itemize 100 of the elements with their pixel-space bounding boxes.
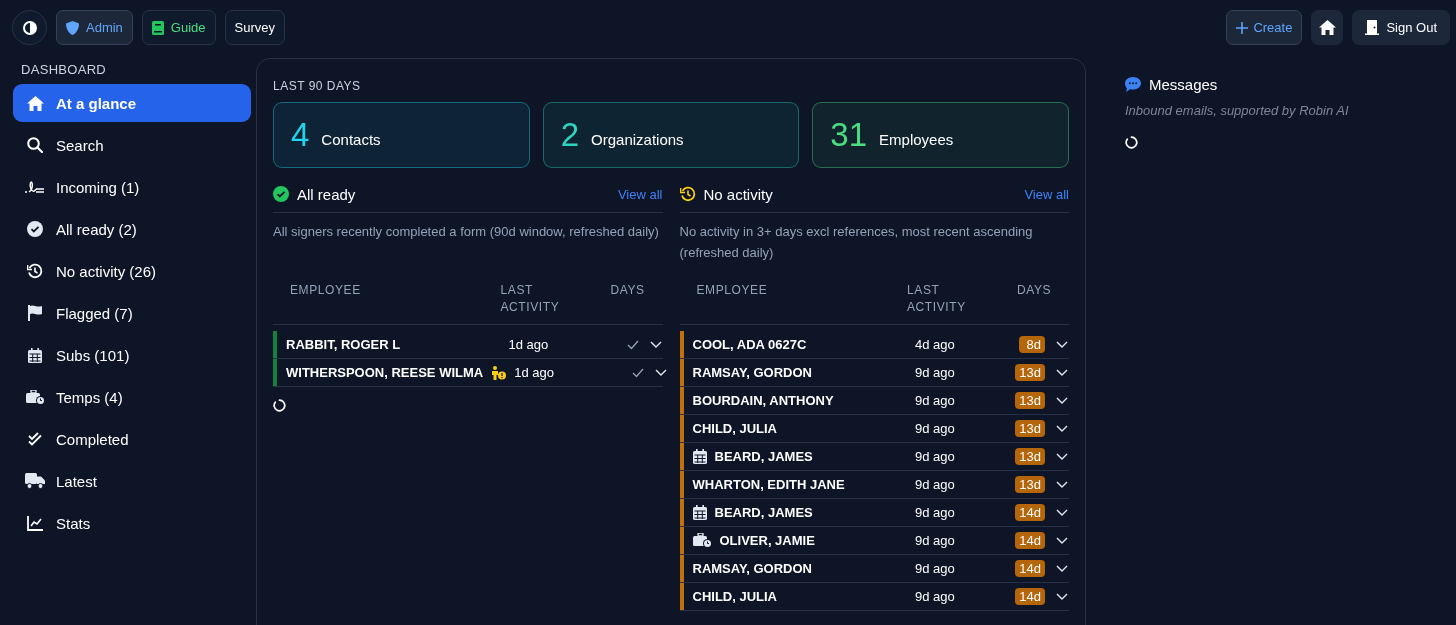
check-circle-icon bbox=[273, 186, 289, 202]
chevron-down-icon[interactable] bbox=[1056, 508, 1068, 517]
stat-value: 4 bbox=[291, 116, 310, 154]
stat-card[interactable]: 4 Contacts bbox=[273, 102, 530, 168]
days-badge: 13d bbox=[1015, 448, 1045, 465]
employee-name[interactable]: RABBIT, ROGER L bbox=[273, 331, 501, 358]
stat-label: Organizations bbox=[591, 130, 684, 148]
chevron-down-icon[interactable] bbox=[649, 340, 662, 349]
nav-item[interactable]: Subs (101) bbox=[13, 336, 251, 374]
last-activity: 1d ago bbox=[513, 365, 555, 380]
chevron-down-icon[interactable] bbox=[1056, 452, 1068, 461]
guide-button[interactable]: Guide bbox=[141, 10, 216, 45]
employee-name[interactable]: COOL, ADA 0627C bbox=[679, 331, 907, 358]
chevron-down-icon[interactable] bbox=[1056, 480, 1068, 489]
days-badge: 13d bbox=[1015, 392, 1045, 409]
last-activity: 1d ago bbox=[507, 337, 550, 352]
survey-button[interactable]: Survey bbox=[224, 10, 286, 45]
section-description: No activity in 3+ days excl references, most recent ascending (refreshed daily) bbox=[679, 223, 1034, 262]
nav-item[interactable]: Incoming (1) bbox=[13, 168, 251, 206]
messages-title: Messages bbox=[1149, 76, 1218, 93]
calendar-icon bbox=[692, 449, 707, 464]
chevron-down-icon[interactable] bbox=[1056, 396, 1068, 405]
employee-name[interactable]: BOURDAIN, ANTHONY bbox=[679, 387, 907, 414]
calendar-icon bbox=[692, 505, 707, 520]
door-icon bbox=[1365, 20, 1380, 35]
employee-name[interactable]: RAMSAY, GORDON bbox=[679, 359, 907, 386]
chevron-down-icon[interactable] bbox=[1056, 340, 1068, 349]
stat-label: Employees bbox=[879, 130, 954, 148]
employee-name[interactable]: RAMSAY, GORDON bbox=[679, 555, 907, 582]
employee-name[interactable]: CHILD, JULIA bbox=[679, 415, 907, 442]
days-badge: 14d bbox=[1015, 504, 1045, 521]
nav-item[interactable]: Search bbox=[13, 126, 251, 164]
chat-bubble-icon bbox=[1125, 77, 1141, 92]
view-all-link[interactable]: View all bbox=[1024, 186, 1069, 202]
briefcase-clock-icon bbox=[25, 389, 45, 405]
stat-label: Contacts bbox=[321, 130, 381, 148]
last-activity: 9d ago bbox=[914, 589, 956, 604]
nav-item[interactable]: No activity (26) bbox=[13, 252, 251, 290]
signature-icon bbox=[25, 180, 45, 194]
book-icon bbox=[151, 20, 164, 35]
days-badge: 13d bbox=[1015, 420, 1045, 437]
section-title: All ready bbox=[297, 185, 356, 203]
chevron-down-icon[interactable] bbox=[655, 368, 668, 377]
nav-item[interactable]: At a glance bbox=[13, 84, 251, 122]
employee-name[interactable]: BEARD, JAMES bbox=[679, 499, 907, 526]
contrast-icon bbox=[22, 20, 37, 35]
last-activity: 9d ago bbox=[914, 421, 956, 436]
view-all-link[interactable]: View all bbox=[617, 186, 663, 202]
last-activity: 9d ago bbox=[914, 505, 956, 520]
nav-item[interactable]: Temps (4) bbox=[13, 378, 251, 416]
column-header: EMPLOYEE bbox=[695, 282, 769, 299]
column-header: EMPLOYEE bbox=[289, 282, 362, 299]
employee-name[interactable]: CHILD, JULIA bbox=[679, 583, 907, 610]
create-button[interactable]: Create bbox=[1226, 10, 1303, 45]
nav-item[interactable]: Latest bbox=[13, 462, 251, 500]
double-check-icon bbox=[27, 432, 43, 446]
sign-out-button[interactable]: Sign Out bbox=[1352, 10, 1450, 45]
nav-item[interactable]: Completed bbox=[13, 420, 251, 458]
days-badge: 8d bbox=[1019, 336, 1045, 353]
period-label: LAST 90 DAYS bbox=[273, 79, 361, 93]
chevron-down-icon[interactable] bbox=[1056, 368, 1068, 377]
nav-item[interactable]: All ready (2) bbox=[13, 210, 251, 248]
last-activity: 9d ago bbox=[914, 477, 956, 492]
nav-item[interactable]: Flagged (7) bbox=[13, 294, 251, 332]
stat-card[interactable]: 31 Employees bbox=[812, 102, 1069, 168]
stat-value: 31 bbox=[830, 116, 868, 154]
last-activity: 9d ago bbox=[914, 449, 956, 464]
section-heading: DASHBOARD bbox=[21, 62, 107, 77]
days-badge: 13d bbox=[1015, 364, 1045, 381]
home-button[interactable] bbox=[1311, 10, 1344, 45]
chevron-down-icon[interactable] bbox=[1056, 564, 1068, 573]
check-icon bbox=[632, 367, 645, 378]
home-icon bbox=[1318, 20, 1336, 35]
employee-name[interactable]: WHARTON, EDITH JANE bbox=[679, 471, 907, 498]
line-chart-icon bbox=[27, 515, 43, 531]
home-icon bbox=[26, 95, 44, 111]
employee-name[interactable]: WITHERSPOON, REESE WILMA bbox=[273, 359, 507, 386]
employee-name[interactable]: BEARD, JAMES bbox=[679, 443, 907, 470]
search-icon bbox=[27, 137, 43, 153]
last-activity: 4d ago bbox=[914, 337, 956, 352]
chevron-down-icon[interactable] bbox=[1056, 424, 1068, 433]
column-header: DAYS bbox=[609, 282, 646, 299]
check-icon bbox=[626, 339, 639, 350]
admin-button[interactable]: Admin bbox=[56, 10, 133, 45]
shield-icon bbox=[66, 20, 79, 35]
section-title: No activity bbox=[703, 185, 773, 203]
column-header: DAYS bbox=[1016, 282, 1053, 299]
days-badge: 14d bbox=[1015, 560, 1045, 577]
last-activity: 9d ago bbox=[914, 393, 956, 408]
check-circle-icon bbox=[27, 221, 43, 237]
employee-name[interactable]: OLIVER, JAMIE bbox=[679, 527, 907, 554]
calendar-icon bbox=[28, 347, 42, 363]
stat-card[interactable]: 2 Organizations bbox=[542, 102, 800, 168]
briefcase-clock-icon bbox=[692, 533, 712, 548]
theme-toggle-button[interactable] bbox=[12, 10, 47, 45]
chevron-down-icon[interactable] bbox=[1056, 592, 1068, 601]
nav-item[interactable]: Stats bbox=[13, 504, 251, 542]
days-badge: 14d bbox=[1015, 532, 1045, 549]
flag-icon bbox=[28, 305, 42, 321]
chevron-down-icon[interactable] bbox=[1056, 536, 1068, 545]
